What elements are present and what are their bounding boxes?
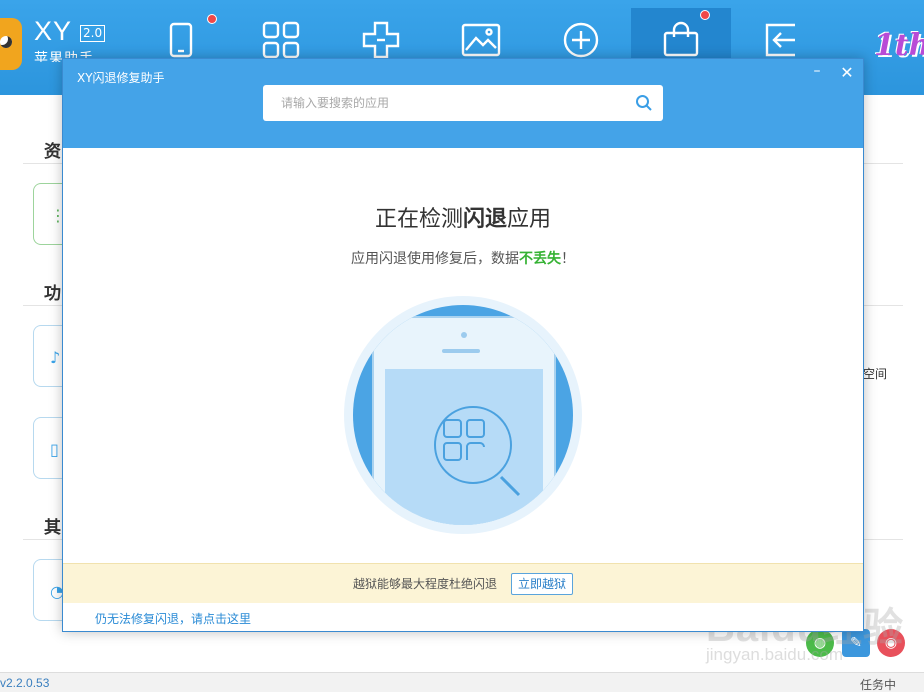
jailbreak-banner: 越狱能够最大程度杜绝闪退 立即越狱	[63, 563, 863, 603]
jailbreak-message: 越狱能够最大程度杜绝闪退	[352, 577, 497, 591]
close-button[interactable]: ✕	[838, 64, 856, 82]
resource-card[interactable]: ⋮	[33, 183, 66, 245]
music-card[interactable]: ♪	[33, 325, 65, 387]
minimize-button[interactable]: –	[808, 64, 826, 82]
exit-icon	[765, 23, 795, 57]
still-failing-link[interactable]: 仍无法修复闪退，请点击这里	[95, 610, 251, 627]
search-box	[263, 85, 663, 121]
device-notification-dot	[207, 14, 217, 24]
trash-card[interactable]: ▯	[33, 417, 65, 479]
notification-card[interactable]: ◔	[33, 559, 65, 621]
add-circle-icon	[563, 22, 599, 58]
promo-text: 1th	[874, 28, 924, 63]
trash-icon: ▯	[50, 440, 59, 459]
app-name: XY	[34, 16, 73, 46]
shopping-bag-icon	[663, 21, 699, 57]
section-head-functions: 功	[44, 284, 61, 304]
baidu-watermark-url: jingyan.baidu.com	[706, 645, 844, 664]
phone-icon	[169, 22, 193, 58]
search-icon[interactable]	[635, 94, 653, 112]
image-icon	[461, 23, 501, 57]
section-head-other: 其	[44, 518, 61, 538]
section-head-resources: 资	[44, 142, 61, 162]
scan-heading: 正在检测闪退应用	[63, 201, 863, 233]
app-status-bar: v2.2.0.53 任务中	[0, 672, 924, 692]
search-input[interactable]	[281, 96, 635, 110]
heading-pre: 正在检测	[374, 207, 463, 232]
heading-post: 应用	[507, 207, 552, 232]
crash-repair-dialog: XY闪退修复助手 – ✕ 正在检测闪退应用 应用闪退使用修复后，数据不丢失！	[62, 58, 864, 632]
storage-label: 空间	[863, 367, 888, 381]
subtitle-pre: 应用闪退使用修复后，数据	[351, 251, 519, 267]
dialog-header: XY闪退修复助手 – ✕	[63, 59, 863, 148]
app-logo-icon	[0, 18, 22, 70]
task-status[interactable]: 任务中	[860, 676, 896, 692]
subtitle-highlight: 不丢失	[519, 251, 561, 267]
subtitle-post: ！	[561, 251, 575, 267]
cross-plus-icon	[362, 21, 400, 59]
music-note-icon: ♪	[50, 348, 61, 367]
phone-illustration	[372, 316, 556, 525]
heading-bold: 闪退	[462, 207, 507, 232]
version-status: v2.2.0.53	[0, 676, 50, 690]
scan-subtitle: 应用闪退使用修复后，数据不丢失！	[63, 248, 863, 268]
scan-illustration	[344, 296, 582, 534]
app-version-badge: 2.0	[80, 25, 106, 42]
jailbreak-button[interactable]: 立即越狱	[511, 572, 574, 595]
apps-grid-icon	[262, 21, 300, 59]
dialog-title: XY闪退修复助手	[77, 71, 165, 85]
store-notification-dot	[700, 10, 710, 20]
